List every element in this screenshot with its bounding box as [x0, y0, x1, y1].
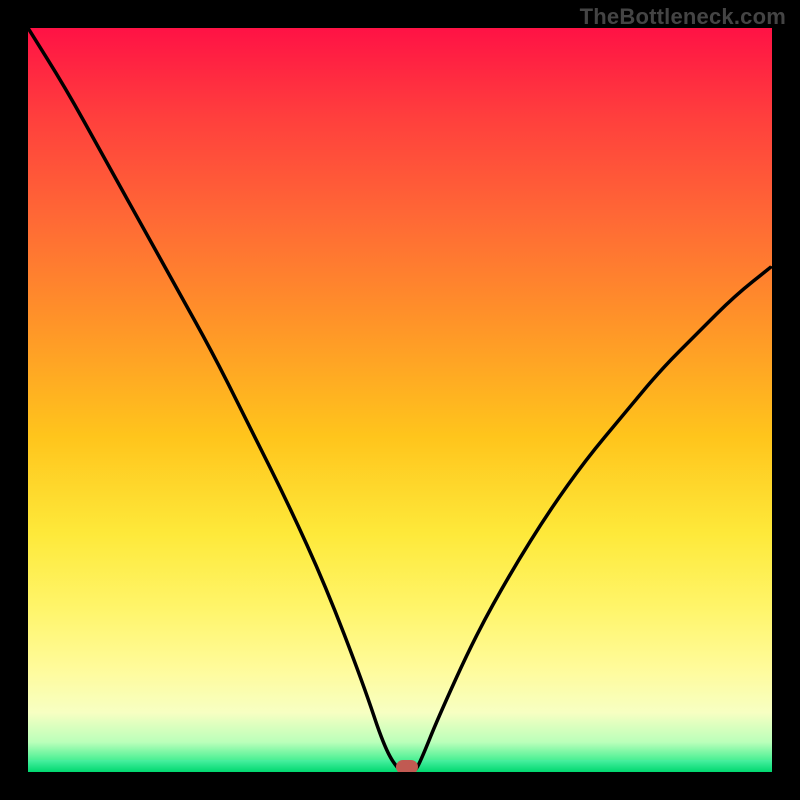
bottleneck-curve: [28, 28, 772, 772]
bottleneck-marker: [396, 760, 418, 772]
plot-area: [28, 28, 772, 772]
watermark-label: TheBottleneck.com: [580, 4, 786, 30]
curve-path: [28, 28, 772, 772]
chart-frame: TheBottleneck.com: [0, 0, 800, 800]
